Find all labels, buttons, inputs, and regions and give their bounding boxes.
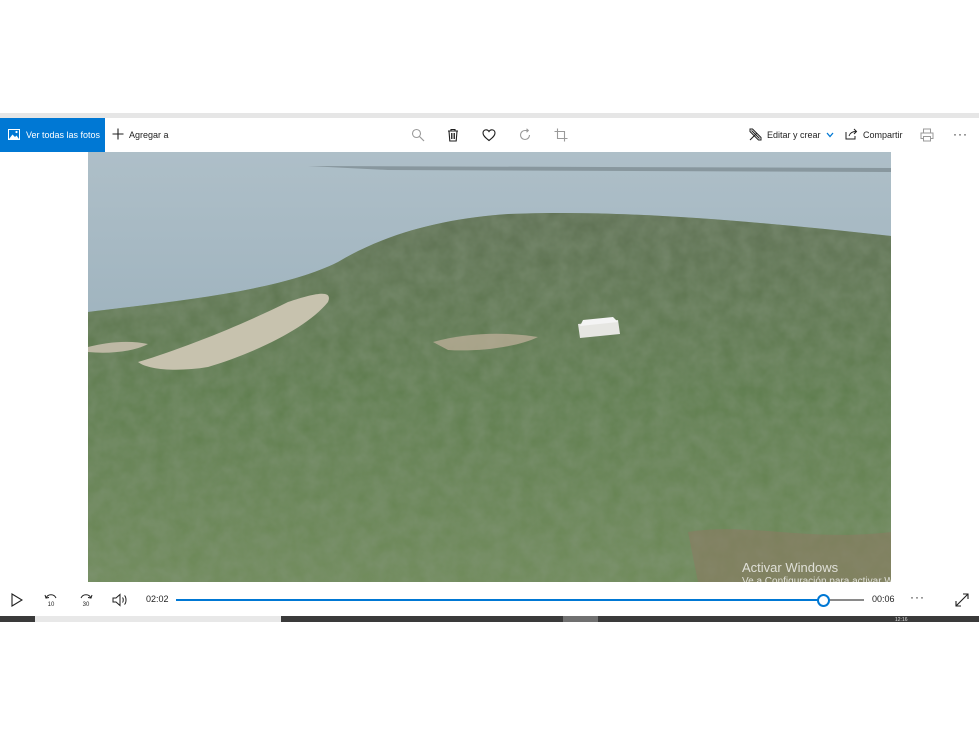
share-icon <box>845 128 858 142</box>
print-icon[interactable] <box>919 127 935 143</box>
edit-create-button[interactable]: Editar y crear <box>749 118 834 152</box>
photos-toolbar: Ver todas las fotos Agregar a Editar y c… <box>0 118 979 152</box>
crop-icon[interactable] <box>553 127 569 143</box>
add-to-button[interactable]: Agregar a <box>112 118 169 152</box>
edit-create-label: Editar y crear <box>767 130 821 140</box>
rotate-icon[interactable] <box>517 127 533 143</box>
share-label: Compartir <box>863 130 903 140</box>
delete-icon[interactable] <box>445 127 461 143</box>
seek-bar-thumb[interactable] <box>816 594 830 607</box>
seek-bar[interactable] <box>176 594 864 607</box>
edit-create-icon <box>749 128 762 143</box>
forward-icon[interactable]: 30 <box>77 591 95 609</box>
elapsed-time: 02:02 <box>146 594 169 604</box>
play-icon[interactable] <box>8 591 26 609</box>
share-button[interactable]: Compartir <box>845 118 903 152</box>
remaining-time: 00:06 <box>872 594 895 604</box>
chevron-down-icon <box>826 130 834 140</box>
watermark-title: Activar Windows <box>742 560 839 575</box>
volume-icon[interactable] <box>111 591 129 609</box>
add-to-label: Agregar a <box>129 130 169 140</box>
heart-icon[interactable] <box>481 127 497 143</box>
video-controls: 10 30 02:02 00:06 ··· <box>0 582 979 616</box>
see-all-photos-label: Ver todas las fotos <box>26 130 101 140</box>
rewind-label: 10 <box>48 602 55 608</box>
player-more-button[interactable]: ··· <box>910 590 925 604</box>
see-all-photos-button[interactable]: Ver todas las fotos <box>0 118 105 152</box>
plus-icon <box>112 128 124 142</box>
taskbar-clock: 12:16 <box>895 617 908 623</box>
taskbar-strip: 12:16 <box>0 616 979 623</box>
taskbar-window-thumb[interactable] <box>35 616 281 622</box>
rewind-icon[interactable]: 10 <box>42 591 60 609</box>
zoom-icon[interactable] <box>410 127 426 143</box>
seek-bar-progress <box>176 599 823 601</box>
photos-icon <box>8 128 20 142</box>
fullscreen-icon[interactable] <box>953 591 971 609</box>
more-options-button[interactable]: ··· <box>953 127 968 141</box>
forward-label: 30 <box>83 602 90 608</box>
taskbar-app-thumb[interactable] <box>563 616 598 622</box>
video-frame <box>88 152 891 582</box>
